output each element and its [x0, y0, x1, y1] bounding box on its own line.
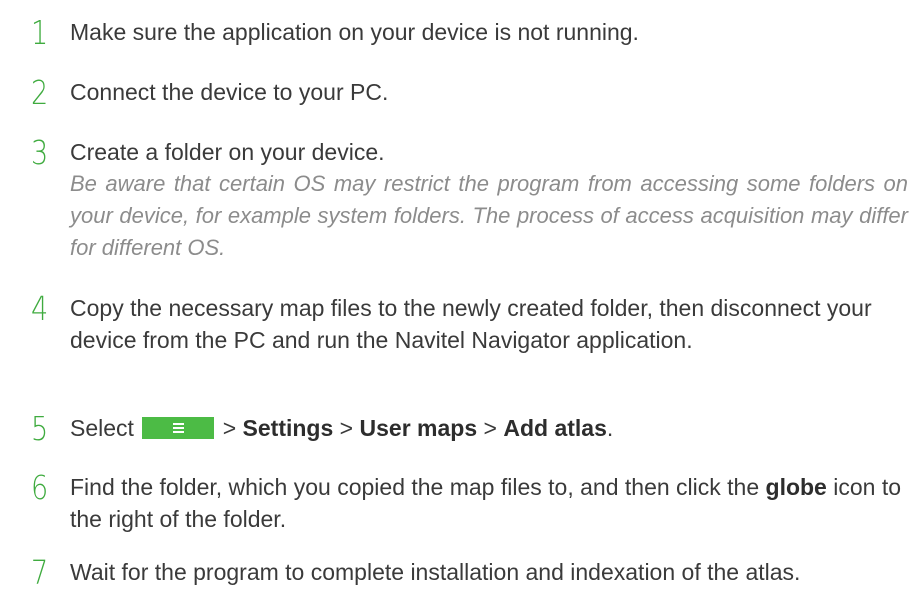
step-3-note: Be aware that certain OS may restrict th…	[70, 171, 908, 260]
user-maps-label: User maps	[359, 415, 478, 441]
add-atlas-label: Add atlas	[503, 415, 607, 441]
period: .	[606, 415, 614, 441]
settings-label: Settings	[242, 415, 334, 441]
step-4-text: Copy the necessary map files to the newl…	[70, 295, 872, 353]
instruction-steps: 1 Make sure the application on your devi…	[0, 0, 922, 616]
step-number: 7	[31, 553, 49, 592]
step-text: Copy the necessary map files to the newl…	[70, 292, 890, 356]
globe-label: globe	[765, 474, 827, 500]
select-label: Select	[70, 415, 134, 441]
menu-icon	[142, 417, 215, 439]
step-number: 3	[31, 133, 49, 172]
step-2-text: Connect the device to your PC.	[70, 79, 389, 105]
separator: >	[339, 415, 354, 441]
step-text: Connect the device to your PC.	[70, 76, 912, 108]
step-7-text: Wait for the program to complete install…	[70, 559, 801, 585]
step-text: Find the folder, which you copied the ma…	[70, 471, 912, 535]
step-number: 1	[31, 13, 49, 52]
step-number: 4	[31, 289, 49, 328]
step-number: 5	[31, 409, 49, 448]
step-6-text-part1: Find the folder, which you copied the ma…	[70, 474, 760, 500]
step-text: Create a folder on your device. Be aware…	[70, 136, 912, 264]
step-text: Select > Settings > User maps > Add atla…	[70, 412, 912, 444]
separator: >	[483, 415, 497, 441]
step-1-text: Make sure the application on your device…	[70, 19, 639, 45]
step-number: 6	[31, 468, 49, 507]
separator: >	[222, 415, 237, 441]
step-text: Make sure the application on your device…	[70, 16, 912, 48]
step-text: Wait for the program to complete install…	[70, 556, 890, 588]
step-number: 2	[31, 73, 49, 112]
step-3-text: Create a folder on your device.	[70, 139, 385, 165]
